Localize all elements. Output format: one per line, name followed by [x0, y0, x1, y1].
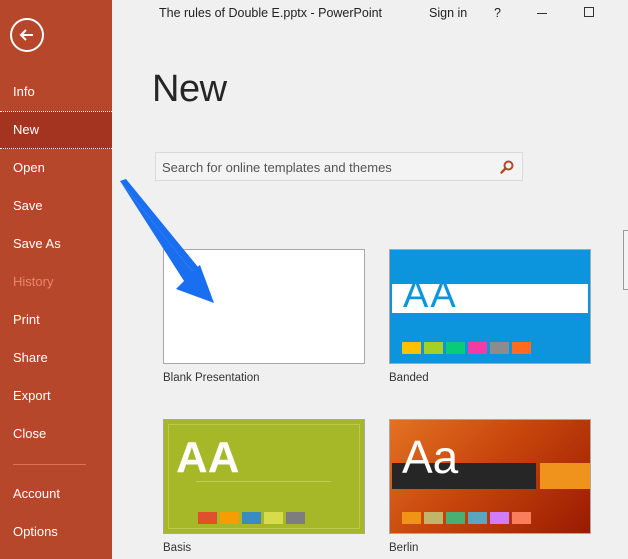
sidebar-item-share[interactable]: Share: [0, 339, 112, 377]
sidebar-item-new[interactable]: New: [0, 111, 112, 149]
color-swatch: [446, 512, 465, 524]
sidebar-item-save[interactable]: Save: [0, 187, 112, 225]
search-icon[interactable]: [499, 159, 515, 175]
template-sample-text: AA: [176, 433, 240, 482]
color-swatches: [198, 512, 305, 524]
sidebar-item-account[interactable]: Account: [0, 475, 112, 513]
window-title: The rules of Double E.pptx - PowerPoint: [159, 6, 383, 20]
color-swatch: [424, 512, 443, 524]
template-label: Berlin: [389, 542, 419, 554]
powerpoint-backstage: Info New Open Save Save As History Print…: [0, 0, 628, 559]
sidebar-item-options[interactable]: Options: [0, 513, 112, 551]
template-thumbnail: Aa: [389, 419, 591, 534]
template-label: Basis: [163, 542, 192, 554]
color-swatch: [490, 512, 509, 524]
color-swatches: [402, 512, 531, 524]
color-swatches: [402, 342, 531, 354]
template-sample-text: AA: [403, 274, 458, 316]
color-swatch: [512, 342, 531, 354]
maximize-icon[interactable]: [584, 7, 594, 17]
template-label: Banded: [389, 372, 429, 384]
color-swatch: [264, 512, 283, 524]
sidebar-item-open[interactable]: Open: [0, 149, 112, 187]
color-swatch: [402, 512, 421, 524]
color-swatch: [402, 342, 421, 354]
sign-in-link[interactable]: Sign in: [429, 6, 467, 20]
backstage-sidebar: Info New Open Save Save As History Print…: [0, 0, 112, 559]
color-swatch: [242, 512, 261, 524]
color-swatch: [220, 512, 239, 524]
sidebar-item-close[interactable]: Close: [0, 415, 112, 453]
color-swatch: [198, 512, 217, 524]
basis-rule-line: [196, 481, 331, 482]
page-title: New: [152, 68, 227, 110]
annotation-arrow-icon: [120, 179, 214, 303]
color-swatch: [424, 342, 443, 354]
color-swatch: [446, 342, 465, 354]
sidebar-item-print[interactable]: Print: [0, 301, 112, 339]
template-label: Blank Presentation: [163, 372, 260, 384]
minimize-icon[interactable]: [537, 13, 547, 14]
template-search-input[interactable]: [162, 158, 482, 176]
color-swatch: [286, 512, 305, 524]
color-swatch: [468, 342, 487, 354]
help-button[interactable]: ?: [494, 6, 501, 20]
template-thumbnail: AA: [389, 249, 591, 364]
color-swatch: [490, 342, 509, 354]
back-arrow-icon: [19, 29, 33, 41]
scrollbar[interactable]: [623, 230, 628, 290]
sidebar-item-info[interactable]: Info: [0, 73, 112, 111]
template-sample-text: Aa: [402, 431, 459, 483]
sidebar-item-history: History: [13, 274, 54, 289]
color-swatch: [512, 512, 531, 524]
sidebar-item-export[interactable]: Export: [0, 377, 112, 415]
back-button[interactable]: [10, 18, 44, 52]
sidebar-item-save-as[interactable]: Save As: [0, 225, 112, 263]
sidebar-divider: [13, 464, 86, 465]
color-swatch: [468, 512, 487, 524]
template-thumbnail: AA: [163, 419, 365, 534]
berlin-orange-block: [540, 463, 590, 489]
